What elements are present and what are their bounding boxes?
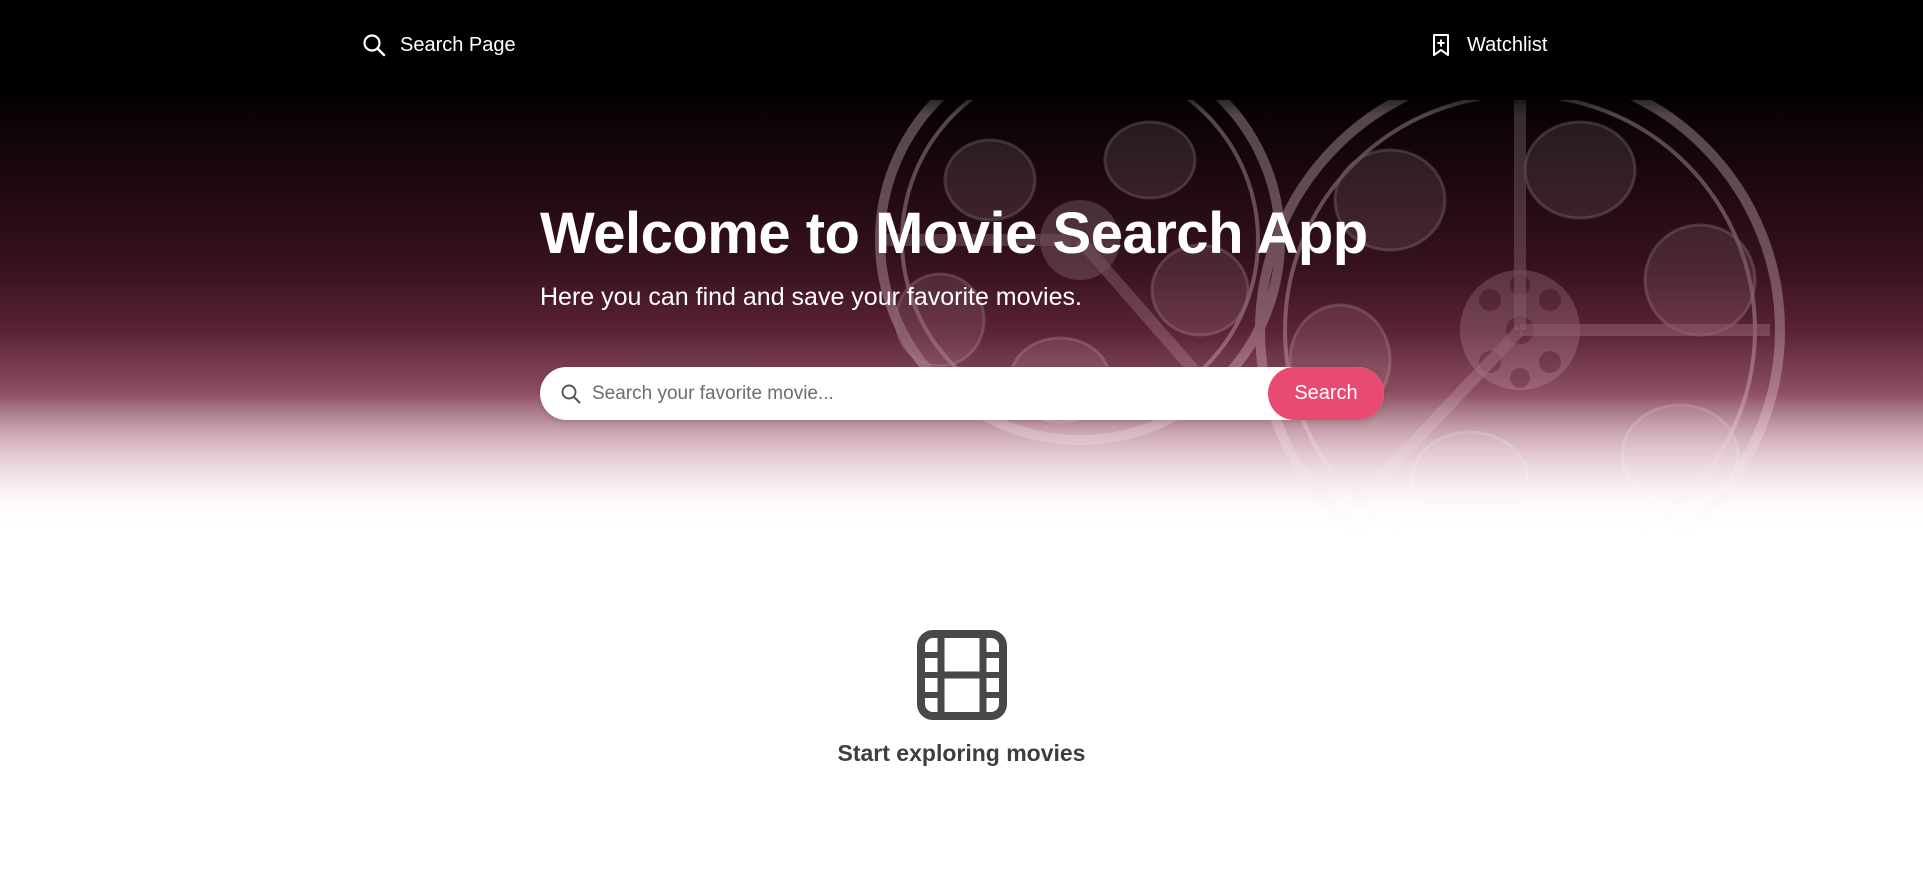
hero-content: Welcome to Movie Search App Here you can… — [540, 200, 1385, 314]
search-form: Search — [540, 367, 1384, 420]
empty-state-message: Start exploring movies — [837, 740, 1086, 766]
page: Search Page Watchlist Welcome to Movie S… — [0, 0, 1923, 870]
empty-state: Start exploring movies — [0, 630, 1923, 767]
hero-title: Welcome to Movie Search App — [540, 201, 1368, 266]
nav-watchlist-link[interactable]: Watchlist — [1431, 29, 1547, 61]
search-button[interactable]: Search — [1268, 367, 1384, 420]
film-icon — [916, 630, 1007, 720]
nav-watchlist-label: Watchlist — [1467, 33, 1548, 56]
hero-subtitle: Here you can find and save your favorite… — [540, 283, 1082, 311]
search-icon — [561, 384, 581, 404]
nav-search-page-label: Search Page — [400, 33, 516, 56]
search-input[interactable] — [592, 375, 1292, 412]
bookmark-plus-icon — [1433, 34, 1449, 56]
navbar: Search Page Watchlist — [0, 0, 1923, 92]
nav-search-page-link[interactable]: Search Page — [362, 29, 516, 61]
search-icon — [363, 34, 386, 57]
